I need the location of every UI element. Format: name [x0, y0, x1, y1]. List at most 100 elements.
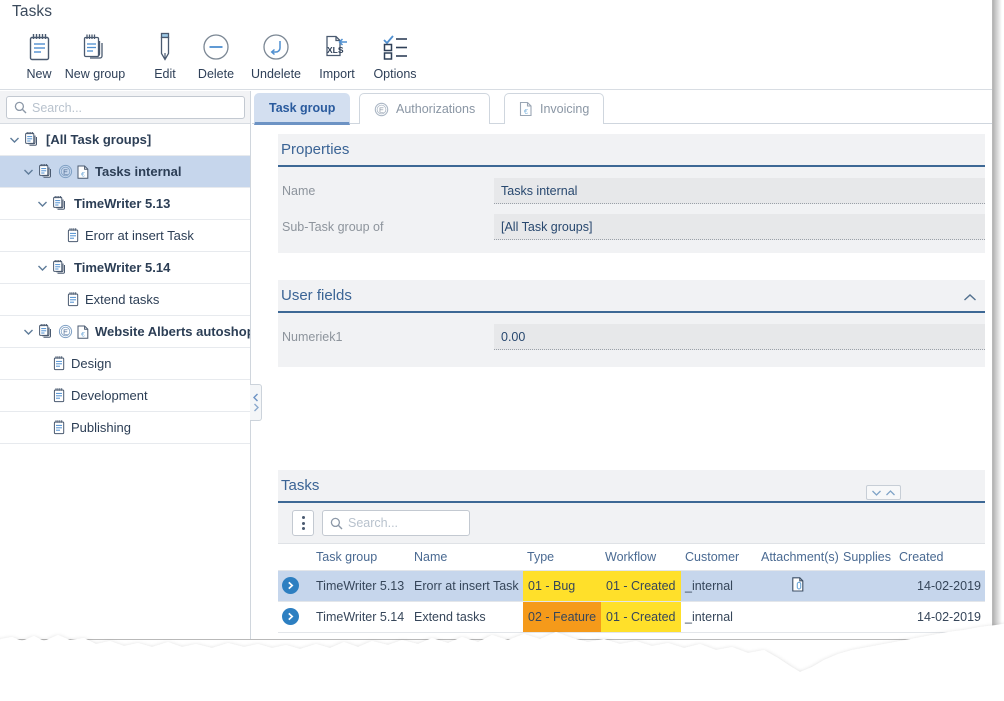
svg-text:E: E [63, 167, 68, 176]
chevron-down-icon[interactable] [36, 197, 49, 210]
tree-node-label: [All Task groups] [46, 132, 152, 147]
col-workflow[interactable]: Workflow [601, 544, 681, 571]
section-expand-collapse-toggle[interactable] [866, 485, 901, 500]
col-customer[interactable]: Customer [681, 544, 757, 571]
attachment-icon [791, 576, 803, 592]
name-field[interactable]: Tasks internal [494, 178, 985, 204]
chevron-down-icon[interactable] [22, 325, 35, 338]
tree-node-label: TimeWriter 5.13 [74, 196, 171, 211]
table-header-row: Task group Name Type Workflow Customer A… [278, 544, 985, 571]
cell-name: Extend tasks [410, 601, 523, 633]
tree-node-spacer [50, 293, 63, 306]
tree-search-placeholder: Search... [32, 100, 83, 115]
tree-node-label: Publishing [71, 420, 131, 435]
tree-node[interactable]: Development [0, 380, 250, 412]
col-name[interactable]: Name [410, 544, 523, 571]
tree-node[interactable]: Design [0, 348, 250, 380]
col-attachments[interactable]: Attachment(s) [757, 544, 839, 571]
tree-search-input[interactable]: Search... [6, 96, 245, 119]
workflow-badge: 01 - Created [601, 601, 681, 631]
section-title: Properties [281, 141, 350, 158]
tree-node-spacer [50, 229, 63, 242]
tree-node-label: Development [71, 388, 148, 403]
chevron-down-icon[interactable] [22, 165, 35, 178]
svg-text:E: E [63, 327, 68, 336]
tree-node[interactable]: TimeWriter 5.14 [0, 252, 250, 284]
tree-node-label: Website Alberts autoshop [95, 324, 250, 339]
svg-text:€: € [81, 331, 85, 338]
svg-text:€: € [81, 171, 85, 178]
tree-node-label: TimeWriter 5.14 [74, 260, 171, 275]
euro-doc-icon: € [76, 324, 90, 340]
tree-search-container: Search... [0, 91, 250, 124]
toolbar-button-options[interactable]: Options [356, 29, 434, 81]
tree-node[interactable]: TimeWriter 5.13 [0, 188, 250, 220]
row-expand-cell[interactable] [278, 601, 312, 633]
tree-node[interactable]: E € Website Alberts autoshop [0, 316, 250, 348]
cell-type: 01 - Bug [523, 570, 601, 602]
tree-node[interactable]: Publishing [0, 412, 250, 444]
search-icon [14, 101, 27, 114]
group-icon [52, 195, 69, 212]
properties-header: Properties [278, 134, 985, 167]
col-supplies[interactable]: Supplies [839, 544, 895, 571]
tree-node-label: Extend tasks [85, 292, 160, 307]
chevron-down-icon[interactable] [36, 261, 49, 274]
task-icon [66, 227, 80, 244]
table-row[interactable]: TimeWriter 5.13 Erorr at insert Task 01 - … [278, 570, 985, 602]
group-icon [24, 131, 41, 148]
tab-label: Task group [269, 101, 336, 115]
toolbar-button-new-group[interactable]: New group [56, 29, 134, 81]
splitter-chevrons-icon [252, 393, 259, 411]
section-title: Tasks [281, 477, 320, 494]
grid-options-menu-button[interactable] [292, 510, 314, 536]
tab-authorizations[interactable]: E Authorizations [359, 93, 491, 124]
tasks-window: Tasks New New group Edit Delete Undelete… [0, 0, 993, 640]
cell-attachment [757, 601, 839, 633]
tab-label: Authorizations [396, 102, 476, 116]
tree-node[interactable]: [All Task groups] [0, 124, 250, 156]
grid-search-placeholder: Search... [348, 516, 399, 530]
tab-task-group[interactable]: Task group [254, 93, 351, 125]
type-badge: 02 - Feature [523, 601, 601, 631]
panel-splitter-handle[interactable] [250, 384, 262, 421]
chevron-down-icon[interactable] [8, 133, 21, 146]
sub-task-group-field[interactable]: [All Task groups] [494, 214, 985, 240]
col-task-group[interactable]: Task group [312, 544, 410, 571]
property-row-name: Name Tasks internal [278, 173, 985, 209]
tree-node-spacer [36, 389, 49, 402]
tree-node[interactable]: E € Tasks internal [0, 156, 250, 188]
user-fields-header: User fields [278, 280, 985, 313]
toolbar-label: New group [64, 67, 126, 81]
svg-text:E: E [379, 105, 384, 114]
grid-search-input[interactable]: Search... [322, 510, 470, 536]
content-area: Task group E Authorizations € Invoicing … [252, 91, 992, 639]
group-icon [52, 259, 69, 276]
property-row-subtaskgroup: Sub-Task group of [All Task groups] [278, 209, 985, 245]
cell-supplies [839, 570, 895, 602]
table-row[interactable]: TimeWriter 5.14 Extend tasks 02 - Feature 0… [278, 601, 985, 633]
col-created[interactable]: Created [895, 544, 985, 571]
svg-text:€: € [524, 109, 528, 116]
task-group-tree-panel: Search... [All Task groups] E € Tasks inter… [0, 91, 251, 639]
numeriek1-field[interactable]: 0.00 [494, 324, 985, 350]
search-icon [330, 517, 343, 530]
checklist-icon [356, 29, 434, 65]
chevron-right-circle-icon[interactable] [282, 608, 299, 625]
workflow-badge: 01 - Created [601, 570, 681, 600]
tree-list[interactable]: [All Task groups] E € Tasks internal TimeWri… [0, 124, 250, 639]
field-label: Numeriek1 [282, 330, 343, 344]
col-spacer [278, 544, 312, 571]
section-title: User fields [281, 287, 352, 304]
tab-label: Invoicing [540, 102, 590, 116]
task-icon [52, 419, 66, 436]
tree-node[interactable]: Extend tasks [0, 284, 250, 316]
cell-attachment [757, 570, 839, 602]
chevron-right-circle-icon[interactable] [282, 577, 299, 594]
chevron-up-icon[interactable] [963, 289, 977, 307]
toolbar-label: Options [373, 67, 417, 81]
row-expand-cell[interactable] [278, 570, 312, 602]
col-type[interactable]: Type [523, 544, 601, 571]
tree-node[interactable]: Erorr at insert Task [0, 220, 250, 252]
tab-invoicing[interactable]: € Invoicing [504, 93, 605, 124]
